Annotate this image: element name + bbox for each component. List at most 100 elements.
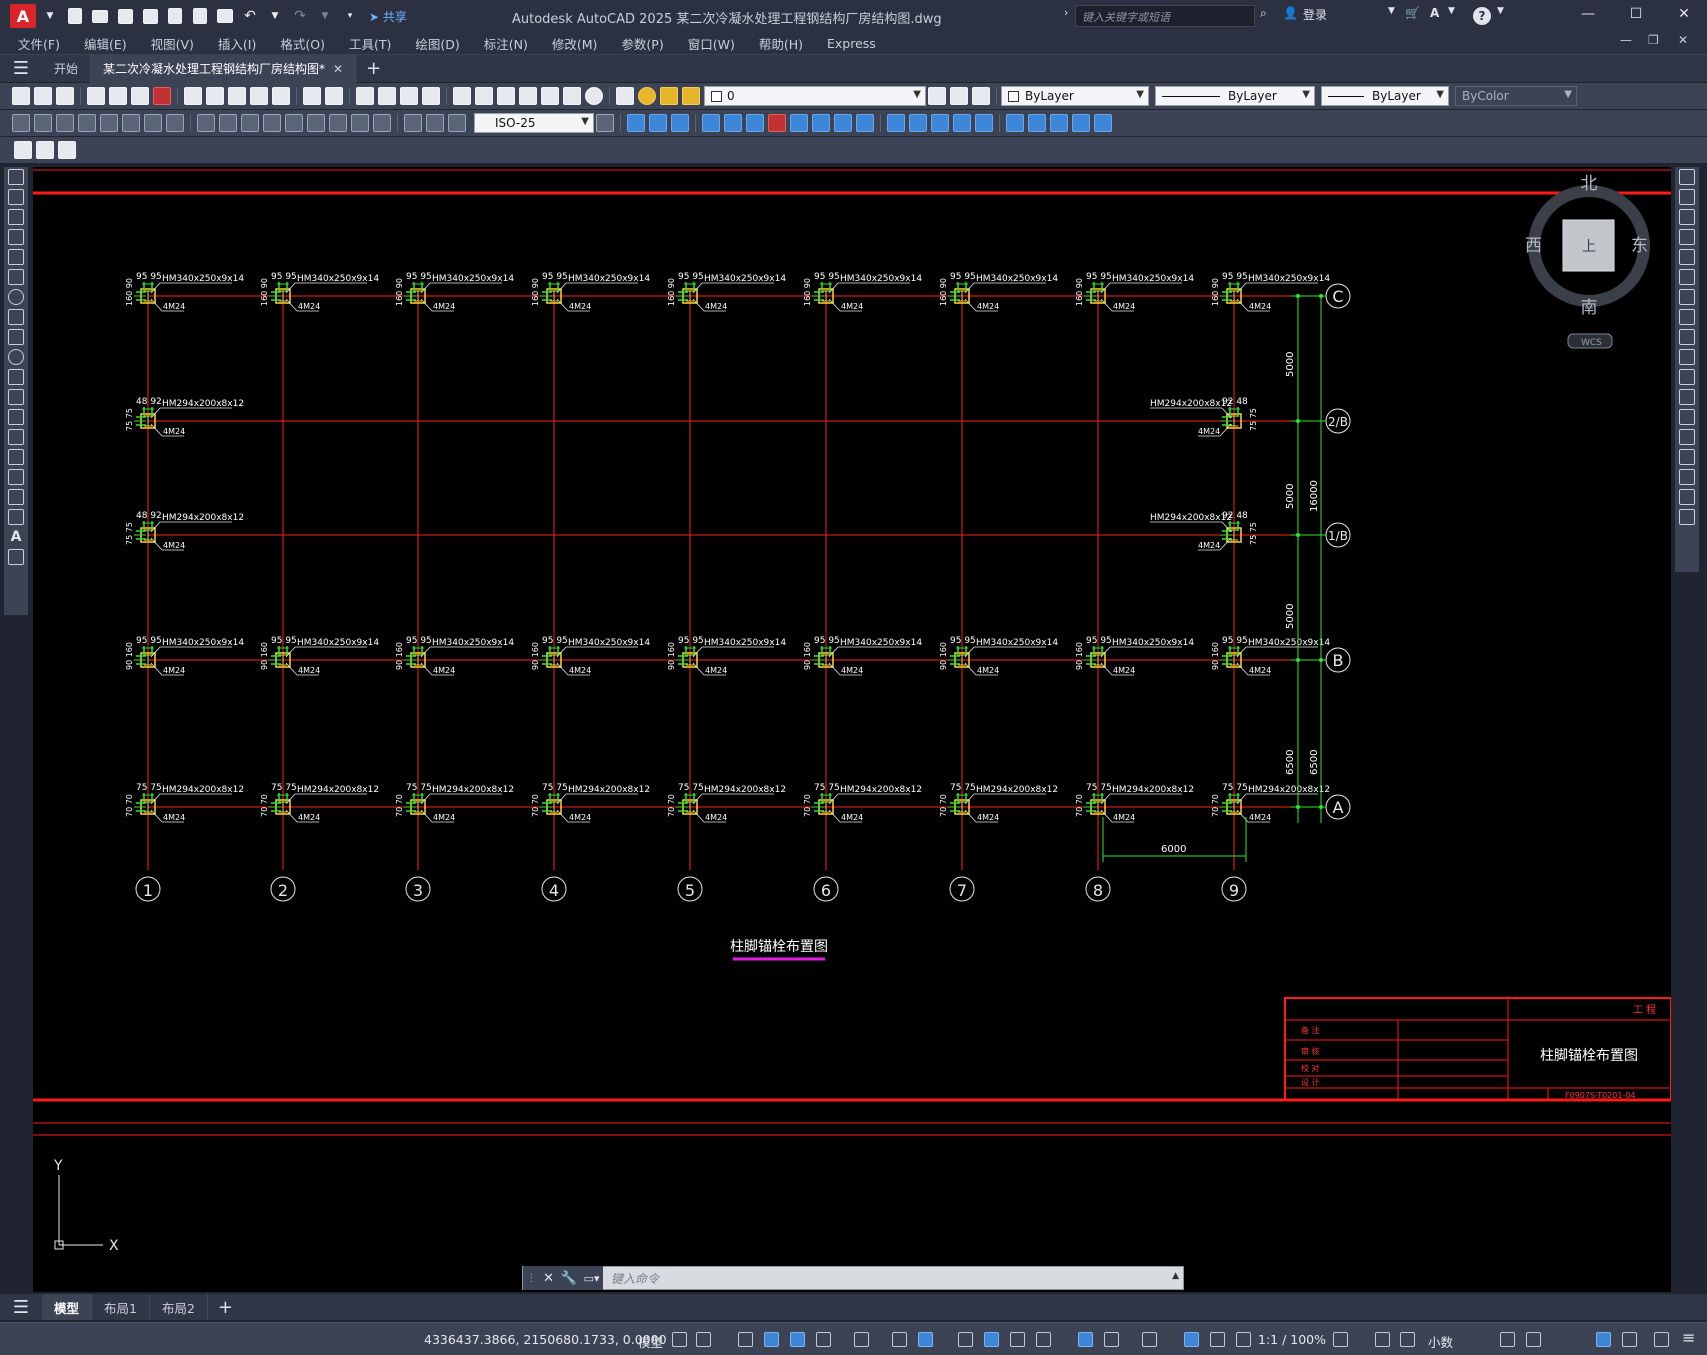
pdf-icon[interactable] xyxy=(153,87,171,105)
menu-hamburger-icon[interactable]: ☰ xyxy=(0,58,42,79)
linetype-select[interactable]: ByLayer ▼ xyxy=(1155,86,1315,106)
menu-insert[interactable]: 插入(I) xyxy=(218,34,256,53)
isodraft-icon[interactable] xyxy=(854,1332,869,1347)
tab-layout2[interactable]: 布局2 xyxy=(150,1294,208,1320)
menu-dimension[interactable]: 标注(N) xyxy=(484,34,528,53)
recent-commands-icon[interactable]: ▭▾ xyxy=(584,1272,600,1285)
fillet-icon[interactable] xyxy=(1679,469,1695,485)
search-icon[interactable]: ⌕ xyxy=(1260,6,1267,21)
mtext-icon[interactable]: A xyxy=(8,529,24,545)
shell-icon[interactable] xyxy=(953,114,971,132)
autodesk-app-icon[interactable]: A xyxy=(1430,6,1439,20)
save-web-icon[interactable] xyxy=(189,5,211,27)
construction-line-icon[interactable] xyxy=(8,189,24,205)
inspection-icon[interactable] xyxy=(351,114,369,132)
help-dropdown-icon[interactable]: ▼ xyxy=(1497,6,1504,16)
taper-faces-icon[interactable] xyxy=(812,114,830,132)
object-snap-icon[interactable] xyxy=(918,1332,933,1347)
customize-qa-icon[interactable]: ▾ xyxy=(339,5,361,27)
user-icon[interactable]: 👤 xyxy=(1283,6,1298,20)
grip-icon[interactable]: ⋮ xyxy=(526,1273,536,1284)
layer-previous-icon[interactable] xyxy=(950,87,968,105)
add-selected-icon[interactable] xyxy=(8,549,24,565)
command-input[interactable]: 键入命令 xyxy=(603,1270,659,1287)
arc-length-icon[interactable] xyxy=(56,114,74,132)
dim-break-icon[interactable] xyxy=(285,114,303,132)
linear-dim-icon[interactable] xyxy=(12,114,30,132)
extrude-faces-icon[interactable] xyxy=(702,114,720,132)
tab-model[interactable]: 模型 xyxy=(42,1294,93,1320)
menu-help[interactable]: 帮助(H) xyxy=(759,34,803,53)
menu-file[interactable]: 文件(F) xyxy=(18,34,60,53)
share-button[interactable]: ➤ 共享 xyxy=(369,8,407,25)
subtract-icon[interactable] xyxy=(649,114,667,132)
layer-select[interactable]: 0 ▼ xyxy=(704,86,926,106)
gradient-icon[interactable] xyxy=(8,469,24,485)
design-center-icon[interactable] xyxy=(475,87,493,105)
layout-menu-icon[interactable]: ☰ xyxy=(0,1297,42,1318)
viewcube[interactable]: 上 北 南 东 西 WCS xyxy=(1525,174,1650,349)
menu-format[interactable]: 格式(O) xyxy=(280,34,325,53)
block-editor-icon[interactable] xyxy=(272,87,290,105)
scale-icon[interactable] xyxy=(1679,309,1695,325)
dim-style-icon[interactable] xyxy=(596,114,614,132)
make-block-icon[interactable] xyxy=(8,409,24,425)
redo-icon[interactable] xyxy=(325,87,343,105)
baseline-dim-icon[interactable] xyxy=(219,114,237,132)
annotation-monitor-icon[interactable] xyxy=(1375,1332,1390,1347)
command-history-icon[interactable]: ▲ xyxy=(1172,1271,1179,1281)
union-icon[interactable] xyxy=(627,114,645,132)
dim-space-icon[interactable] xyxy=(263,114,281,132)
move-icon[interactable] xyxy=(1679,269,1695,285)
plot-preview-icon[interactable] xyxy=(109,87,127,105)
redo-icon[interactable]: ↷ xyxy=(289,5,311,27)
separate-icon[interactable] xyxy=(931,114,949,132)
diameter-dim-icon[interactable] xyxy=(144,114,162,132)
ellipse-arc-icon[interactable] xyxy=(8,369,24,385)
copy-icon[interactable] xyxy=(206,87,224,105)
match-properties-icon[interactable] xyxy=(250,87,268,105)
publish-dwf-icon[interactable] xyxy=(14,141,32,159)
dim-update-icon[interactable] xyxy=(448,114,466,132)
lineweight-select[interactable]: ByLayer ▼ xyxy=(1321,86,1449,106)
polyline-icon[interactable] xyxy=(8,209,24,225)
search-input[interactable]: 键入关键字或短语 xyxy=(1075,5,1255,27)
undo-dropdown-icon[interactable]: ▼ xyxy=(264,5,286,27)
break-icon[interactable] xyxy=(1679,409,1695,425)
compass-west[interactable]: 西 xyxy=(1525,236,1542,256)
doc-close-icon[interactable]: ✕ xyxy=(1678,33,1688,47)
layer-lock-icon[interactable] xyxy=(682,87,700,105)
explode-icon[interactable] xyxy=(1679,509,1695,525)
sheet-set-icon[interactable] xyxy=(519,87,537,105)
clean-icon[interactable] xyxy=(909,114,927,132)
autocad-logo-icon[interactable]: A xyxy=(10,4,36,28)
ortho-icon[interactable] xyxy=(790,1332,805,1347)
units-value[interactable]: 小数 xyxy=(1428,1332,1453,1351)
menu-draw[interactable]: 绘图(D) xyxy=(415,34,459,53)
point-icon[interactable] xyxy=(8,429,24,445)
color-select[interactable]: ByLayer ▼ xyxy=(1001,86,1149,106)
help-icon[interactable] xyxy=(585,87,603,105)
dynamic-input-icon[interactable] xyxy=(764,1332,779,1347)
ellipse-icon[interactable] xyxy=(8,349,24,365)
customize-status-icon[interactable]: ≡ xyxy=(1682,1328,1695,1347)
jogged-dim-icon[interactable] xyxy=(122,114,140,132)
chamfer-icon[interactable] xyxy=(1679,449,1695,465)
tab-layout1[interactable]: 布局1 xyxy=(92,1294,150,1320)
blend-curves-icon[interactable] xyxy=(1679,489,1695,505)
menu-modify[interactable]: 修改(M) xyxy=(552,34,598,53)
move-faces-icon[interactable] xyxy=(724,114,742,132)
menu-parametric[interactable]: 参数(P) xyxy=(621,34,663,53)
markup-icon[interactable] xyxy=(541,87,559,105)
continue-dim-icon[interactable] xyxy=(241,114,259,132)
compass-south[interactable]: 南 xyxy=(1581,298,1598,318)
polygon-icon[interactable] xyxy=(8,229,24,245)
open-icon[interactable] xyxy=(34,87,52,105)
grid-icon[interactable] xyxy=(672,1332,687,1347)
menu-view[interactable]: 视图(V) xyxy=(151,34,194,53)
aligned-dim-icon[interactable] xyxy=(34,114,52,132)
transparency-icon[interactable] xyxy=(984,1332,999,1347)
compass-north[interactable]: 北 xyxy=(1581,174,1598,194)
color-faces-icon[interactable] xyxy=(856,114,874,132)
hardware-acceleration-icon[interactable] xyxy=(1622,1332,1637,1347)
